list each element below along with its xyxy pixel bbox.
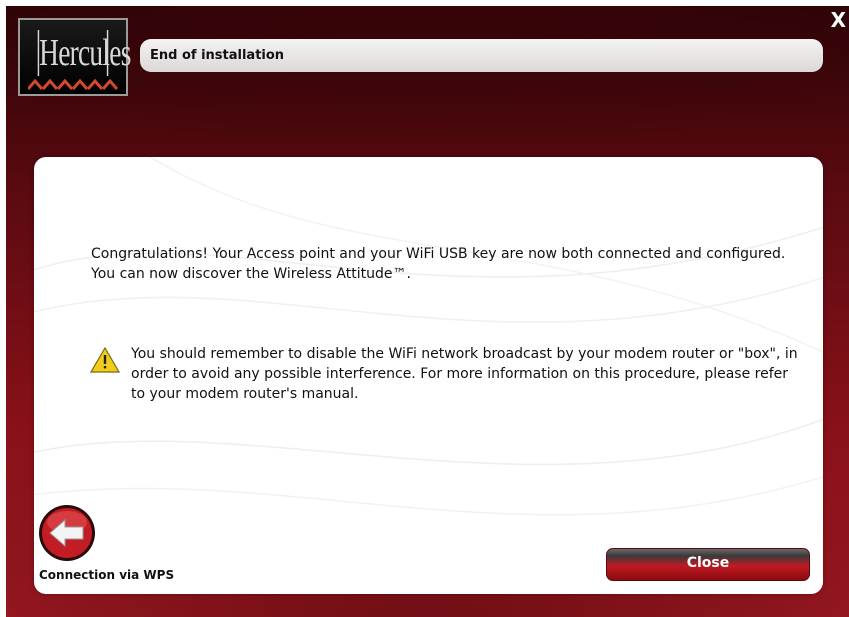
back-button[interactable] [38,504,96,562]
hercules-logo: Hercules [18,18,131,96]
installer-window: X Hercules End of installation Congratul… [6,6,849,617]
close-button-label: Close [686,555,730,571]
close-window-icon[interactable]: X [831,10,846,30]
success-message: Congratulations! Your Access point and y… [91,246,786,282]
warning-triangle-icon [90,347,120,373]
content-panel: Congratulations! Your Access point and y… [34,157,823,594]
logo-wordmark: Hercules [37,30,131,76]
back-button-label[interactable]: Connection via WPS [39,568,174,582]
logo-chevrons-icon [28,78,118,90]
page-title-bar: End of installation [140,39,823,72]
warning-message: You should remember to disable the WiFi … [131,346,798,402]
close-button[interactable]: Close [606,548,810,581]
page-title: End of installation [150,48,285,63]
